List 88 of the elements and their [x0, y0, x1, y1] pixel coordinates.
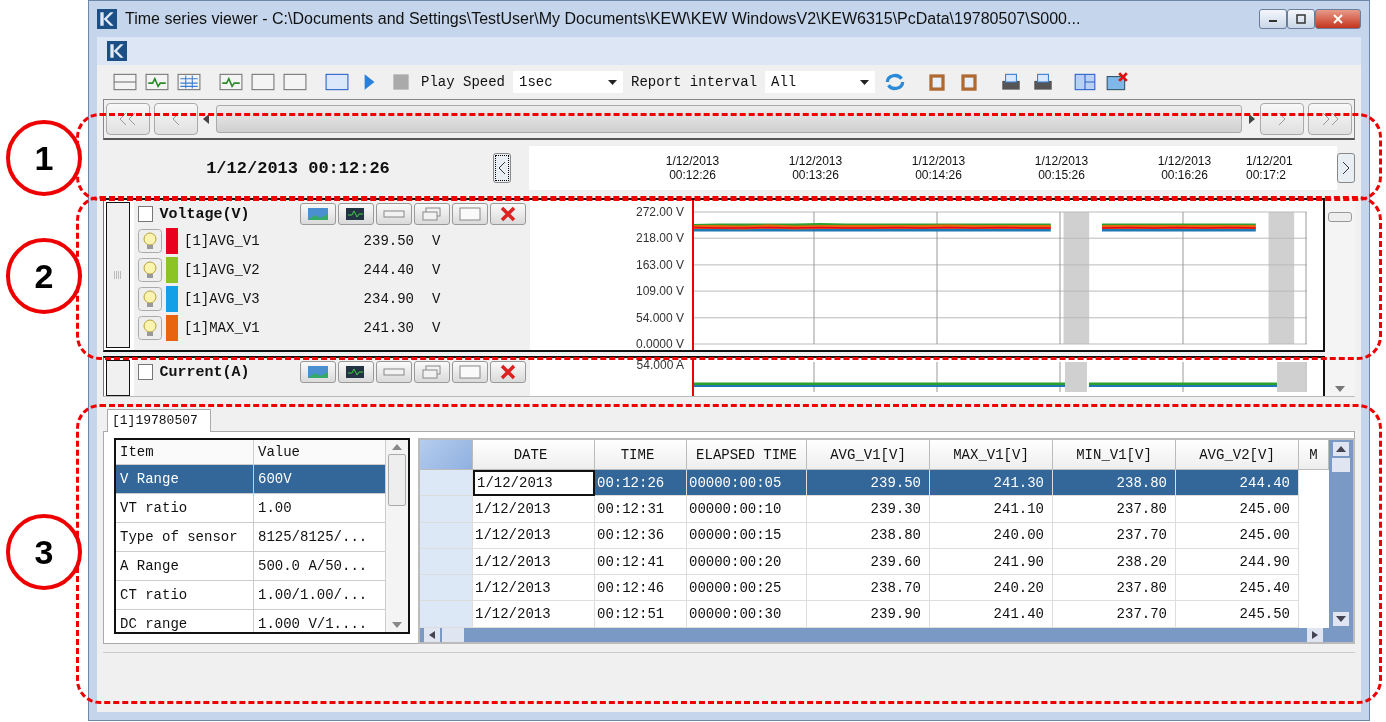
table-cell: 00000:00:25 [687, 575, 807, 602]
callout-number: 3 [6, 514, 82, 590]
y-axis-label: 163.00 V [635, 257, 684, 272]
time-axis-date: 1/12/2013 [1034, 154, 1089, 168]
table-cell: 1/12/2013 [473, 601, 595, 628]
table-cell: 244.40 [1176, 470, 1299, 497]
time-axis-time: 00:14:26 [915, 168, 962, 182]
property-name: CT ratio [116, 581, 254, 609]
table-cell: 00:12:36 [595, 522, 687, 549]
table-cell: 00:12:46 [595, 575, 687, 602]
table-cell: 00000:00:20 [687, 548, 807, 576]
property-name: A Range [116, 552, 254, 580]
time-axis-time: 00:15:26 [1038, 168, 1085, 182]
table-cell: 238.70 [807, 575, 930, 602]
cursor-timestamp: 1/12/2013 00:12:26 [205, 158, 391, 178]
channel-unit: V [432, 290, 441, 307]
table-cell: 1/12/2013 [473, 548, 595, 576]
table-cell: 239.50 [807, 470, 930, 497]
channel-name: [1]AVG_V3 [184, 290, 261, 307]
table-cell: 239.60 [807, 548, 930, 576]
property-name: DC range [116, 610, 254, 632]
y-axis-label: 109.00 V [635, 284, 684, 299]
channel-unit: V [432, 261, 441, 278]
table-cell: 245.40 [1176, 575, 1299, 602]
table-cell: 00000:00:05 [687, 470, 807, 497]
table-cell: 238.80 [807, 522, 930, 549]
y-axis-label: 54.000 V [635, 310, 684, 325]
channel-unit: V [432, 232, 441, 249]
time-axis-time: 00:12:26 [669, 168, 716, 182]
time-axis-time: 00:13:26 [792, 168, 839, 182]
table-cell: 237.80 [1053, 575, 1176, 602]
channel-value: 239.50 [362, 232, 414, 249]
table-cell: 1/12/2013 [473, 470, 595, 497]
table-cell: 241.10 [930, 496, 1053, 523]
table-cell: 241.30 [930, 470, 1053, 497]
table-cell: 239.30 [807, 496, 930, 523]
table-cell: 238.20 [1053, 548, 1176, 576]
table-cell: 00:12:26 [595, 470, 687, 497]
channel-unit: V [432, 319, 441, 336]
table-cell: 00:12:41 [595, 548, 687, 576]
table-cell: 237.70 [1053, 601, 1176, 628]
table-cell: 1/12/2013 [473, 496, 595, 523]
panel-title: Voltage(V) [159, 205, 251, 223]
time-axis-time: 00:17:2 [1246, 168, 1287, 182]
property-name: Type of sensor [116, 523, 254, 551]
callout-number: 2 [6, 238, 82, 314]
y-axis-label: 0.0000 V [635, 337, 684, 350]
time-axis-date: 1/12/2013 [911, 154, 966, 168]
time-axis-date: 1/12/2013 [788, 154, 843, 168]
property-name: VT ratio [116, 494, 254, 522]
table-cell: 237.70 [1053, 522, 1176, 549]
table-cell: 00000:00:15 [687, 522, 807, 549]
channel-value: 241.30 [362, 319, 414, 336]
table-cell: 241.40 [930, 601, 1053, 628]
table-cell: 240.20 [930, 575, 1053, 602]
window-title: Time series viewer - C:\Documents and Settings\TestUser\My Documents\KEW\KEW WindowsV2\KEW6315\PcData\19780507\S000... [125, 10, 1082, 28]
callout-number: 1 [6, 120, 82, 196]
table-cell: 245.50 [1176, 601, 1299, 628]
report-interval-label: Report interval [631, 74, 758, 90]
table-cell: 245.00 [1176, 496, 1299, 523]
play-speed-label: Play Speed [421, 74, 505, 90]
table-cell: 1/12/2013 [473, 522, 595, 549]
y-axis-label: 54.000 A [636, 358, 684, 372]
table-cell: 00:12:51 [595, 601, 687, 628]
table-cell: 244.90 [1176, 548, 1299, 576]
property-name: V Range [116, 465, 254, 493]
time-axis-date: 1/12/201 [1246, 154, 1293, 168]
time-axis-date: 1/12/2013 [1157, 154, 1212, 168]
table-cell: 00000:00:30 [687, 601, 807, 628]
table-cell: 1/12/2013 [473, 575, 595, 602]
panel-title: Current(A) [159, 363, 251, 381]
table-cell: 00:12:31 [595, 496, 687, 523]
channel-name: [1]MAX_V1 [184, 319, 261, 336]
table-cell: 239.90 [807, 601, 930, 628]
channel-value: 234.90 [362, 290, 414, 307]
table-cell: 238.80 [1053, 470, 1176, 497]
time-axis-time: 00:16:26 [1161, 168, 1208, 182]
channel-value: 244.40 [362, 261, 414, 278]
time-axis-date: 1/12/2013 [665, 154, 720, 168]
channel-name: [1]AVG_V1 [184, 232, 261, 249]
table-cell: 241.90 [930, 548, 1053, 576]
table-cell: 00000:00:10 [687, 496, 807, 523]
table-cell: 245.00 [1176, 522, 1299, 549]
channel-name: [1]AVG_V2 [184, 261, 261, 278]
y-axis-label: 218.00 V [635, 231, 684, 246]
y-axis-label: 272.00 V [635, 205, 684, 219]
table-cell: 237.80 [1053, 496, 1176, 523]
table-cell: 240.00 [930, 522, 1053, 549]
